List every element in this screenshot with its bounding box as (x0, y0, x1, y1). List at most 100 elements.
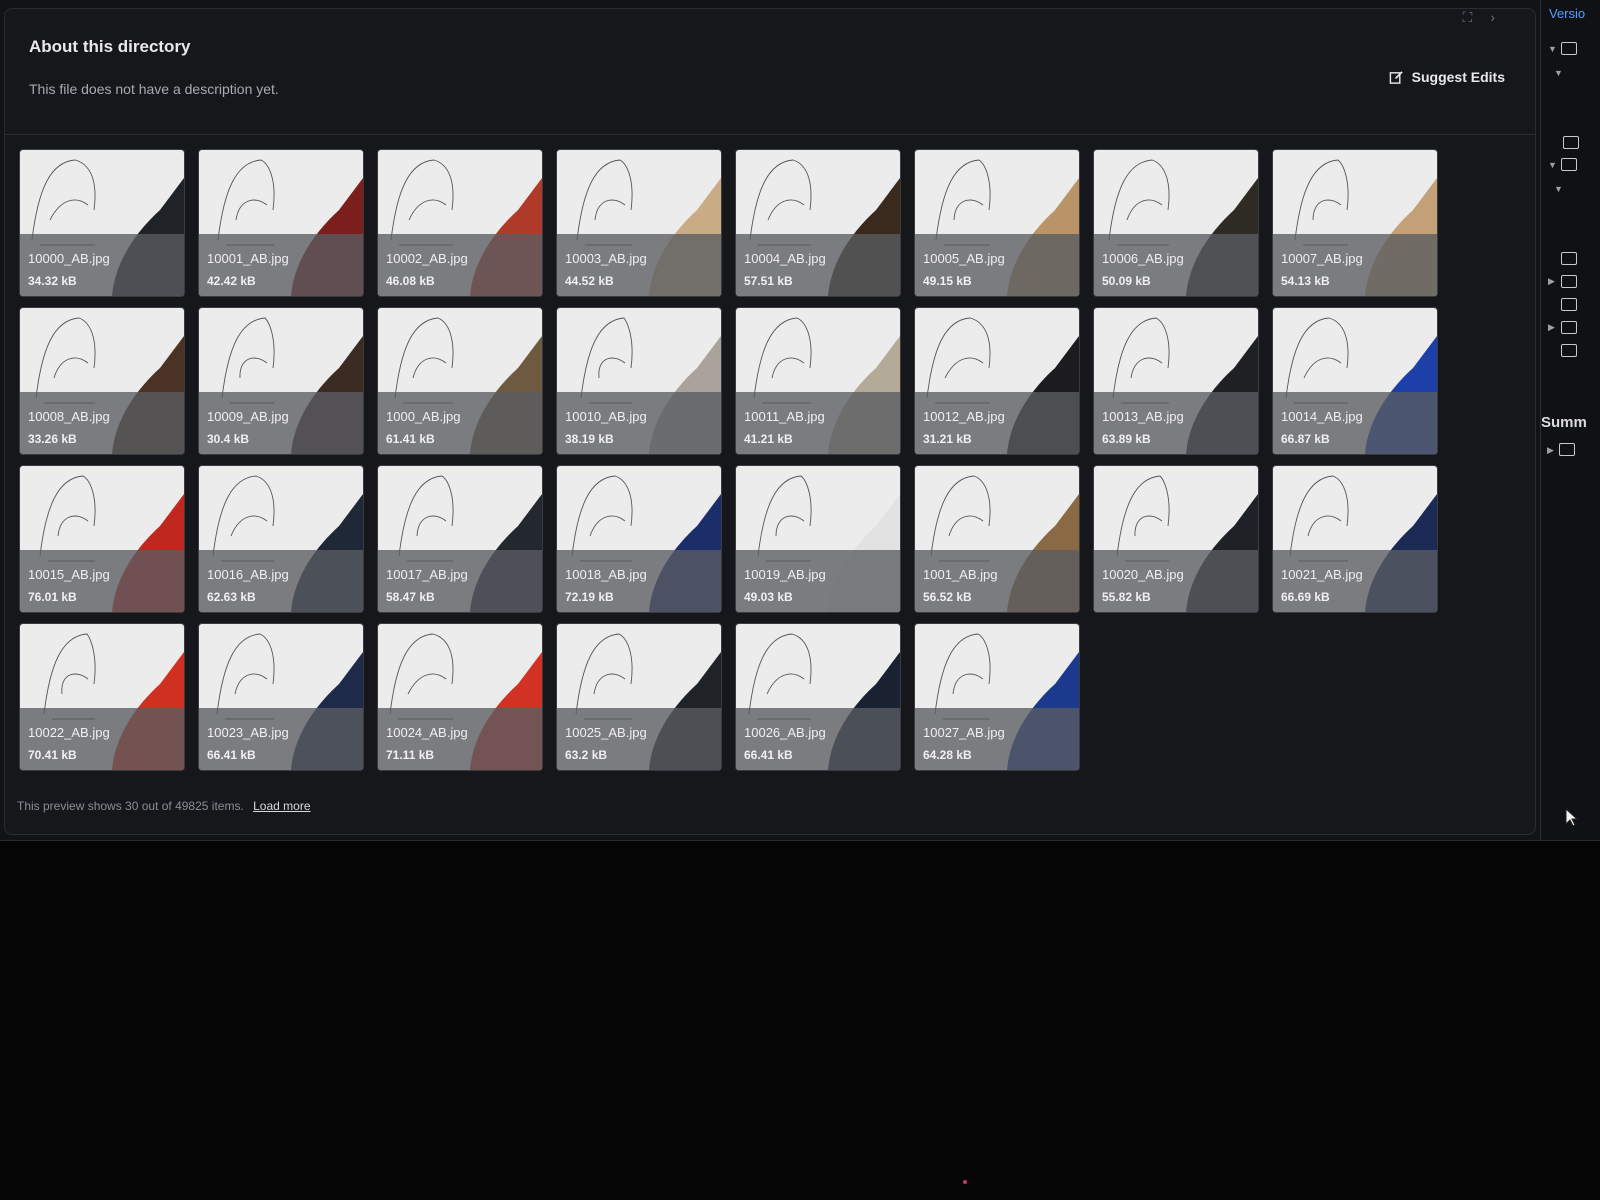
file-thumbnail-card[interactable]: 10023_AB.jpg 66.41 kB (198, 623, 364, 771)
file-name: 10006_AB.jpg (1102, 251, 1184, 266)
file-thumbnail-card[interactable]: 10027_AB.jpg 64.28 kB (914, 623, 1080, 771)
file-thumbnail-card[interactable]: 10014_AB.jpg 66.87 kB (1272, 307, 1438, 455)
folder-icon[interactable] (1561, 252, 1577, 265)
folder-icon[interactable] (1563, 136, 1579, 149)
file-thumbnail-card[interactable]: 10022_AB.jpg 70.41 kB (19, 623, 185, 771)
caret-right-icon[interactable]: ▶ (1548, 276, 1555, 287)
caret-down-icon[interactable]: ▼ (1548, 160, 1557, 170)
file-thumbnail-card[interactable]: 10018_AB.jpg 72.19 kB (556, 465, 722, 613)
file-size: 41.21 kB (744, 432, 793, 446)
file-thumbnail-card[interactable]: 10012_AB.jpg 31.21 kB (914, 307, 1080, 455)
caret-down-icon[interactable]: ▼ (1554, 184, 1563, 194)
file-thumbnail-card[interactable]: 10013_AB.jpg 63.89 kB (1093, 307, 1259, 455)
expand-icon[interactable]: ⛶ (1463, 9, 1473, 26)
file-thumbnail-card[interactable]: 10007_AB.jpg 54.13 kB (1272, 149, 1438, 297)
panel-top-controls: ⛶ › (1463, 9, 1495, 26)
folder-icon[interactable] (1561, 298, 1577, 311)
file-size: 62.63 kB (207, 590, 256, 604)
folder-icon[interactable] (1561, 42, 1577, 55)
file-thumbnail-card[interactable]: 10009_AB.jpg 30.4 kB (198, 307, 364, 455)
file-thumbnail-card[interactable]: 10001_AB.jpg 42.42 kB (198, 149, 364, 297)
edit-icon (1389, 70, 1403, 84)
file-thumbnail-card[interactable]: 10019_AB.jpg 49.03 kB (735, 465, 901, 613)
file-size: 33.26 kB (28, 432, 77, 446)
folder-icon[interactable] (1561, 321, 1577, 334)
file-name: 10008_AB.jpg (28, 409, 110, 424)
file-size: 34.32 kB (28, 274, 77, 288)
file-thumbnail-card[interactable]: 10002_AB.jpg 46.08 kB (377, 149, 543, 297)
file-name: 10025_AB.jpg (565, 725, 647, 740)
file-name: 10007_AB.jpg (1281, 251, 1363, 266)
file-thumbnail-card[interactable]: 10017_AB.jpg 58.47 kB (377, 465, 543, 613)
caret-right-icon[interactable]: ▶ (1548, 322, 1555, 333)
file-thumbnail-card[interactable]: 10026_AB.jpg 66.41 kB (735, 623, 901, 771)
file-thumbnail-card[interactable]: 10021_AB.jpg 66.69 kB (1272, 465, 1438, 613)
file-name: 10018_AB.jpg (565, 567, 647, 582)
file-size: 30.4 kB (207, 432, 250, 446)
file-thumbnail-card[interactable]: 10020_AB.jpg 55.82 kB (1093, 465, 1259, 613)
file-name: 10004_AB.jpg (744, 251, 826, 266)
suggest-edits-button[interactable]: Suggest Edits (1389, 69, 1505, 85)
file-size: 42.42 kB (207, 274, 256, 288)
chevron-right-icon[interactable]: › (1490, 9, 1495, 26)
screen: ⛶ › About this directory This file does … (0, 0, 1600, 841)
caret-right-icon[interactable]: ▶ (1547, 445, 1554, 456)
file-size: 54.13 kB (1281, 274, 1330, 288)
file-name: 1000_AB.jpg (386, 409, 461, 424)
file-thumbnail-card[interactable]: 10016_AB.jpg 62.63 kB (198, 465, 364, 613)
file-grid: 10000_AB.jpg 34.32 kB 10001_AB.jpg 42.42 kB… (19, 149, 1439, 771)
file-size: 72.19 kB (565, 590, 614, 604)
file-name: 10022_AB.jpg (28, 725, 110, 740)
file-size: 44.52 kB (565, 274, 614, 288)
file-size: 55.82 kB (1102, 590, 1151, 604)
file-name: 10020_AB.jpg (1102, 567, 1184, 582)
file-thumbnail-card[interactable]: 10010_AB.jpg 38.19 kB (556, 307, 722, 455)
file-thumbnail-card[interactable]: 10024_AB.jpg 71.11 kB (377, 623, 543, 771)
file-thumbnail-card[interactable]: 10006_AB.jpg 50.09 kB (1093, 149, 1259, 297)
file-size: 66.69 kB (1281, 590, 1330, 604)
file-size: 57.51 kB (744, 274, 793, 288)
file-name: 10003_AB.jpg (565, 251, 647, 266)
file-thumbnail-card[interactable]: 10015_AB.jpg 76.01 kB (19, 465, 185, 613)
file-thumbnail-card[interactable]: 1000_AB.jpg 61.41 kB (377, 307, 543, 455)
file-name: 10017_AB.jpg (386, 567, 468, 582)
file-thumbnail-card[interactable]: 10004_AB.jpg 57.51 kB (735, 149, 901, 297)
file-thumbnail-card[interactable]: 10005_AB.jpg 49.15 kB (914, 149, 1080, 297)
file-name: 10027_AB.jpg (923, 725, 1005, 740)
caret-down-icon[interactable]: ▼ (1554, 68, 1563, 78)
file-name: 10002_AB.jpg (386, 251, 468, 266)
file-size: 63.89 kB (1102, 432, 1151, 446)
file-name: 10024_AB.jpg (386, 725, 468, 740)
file-name: 10005_AB.jpg (923, 251, 1005, 266)
file-thumbnail-card[interactable]: 10003_AB.jpg 44.52 kB (556, 149, 722, 297)
file-name: 1001_AB.jpg (923, 567, 998, 582)
version-link[interactable]: Versio (1549, 6, 1585, 21)
caret-down-icon[interactable]: ▼ (1548, 44, 1557, 54)
file-thumbnail-card[interactable]: 10000_AB.jpg 34.32 kB (19, 149, 185, 297)
load-more-link[interactable]: Load more (253, 799, 310, 813)
file-name: 10010_AB.jpg (565, 409, 647, 424)
file-size: 71.11 kB (386, 748, 435, 762)
file-name: 10009_AB.jpg (207, 409, 289, 424)
file-thumbnail-card[interactable]: 10025_AB.jpg 63.2 kB (556, 623, 722, 771)
power-led (963, 1180, 967, 1184)
file-size: 58.47 kB (386, 590, 435, 604)
panel-header: ⛶ › About this directory This file does … (5, 9, 1535, 135)
file-thumbnail-card[interactable]: 10008_AB.jpg 33.26 kB (19, 307, 185, 455)
file-size: 66.41 kB (744, 748, 793, 762)
file-size: 70.41 kB (28, 748, 77, 762)
folder-icon[interactable] (1561, 158, 1577, 171)
file-size: 56.52 kB (923, 590, 972, 604)
file-name: 10015_AB.jpg (28, 567, 110, 582)
file-size: 46.08 kB (386, 274, 435, 288)
folder-icon[interactable] (1559, 443, 1575, 456)
file-name: 10021_AB.jpg (1281, 567, 1363, 582)
file-name: 10026_AB.jpg (744, 725, 826, 740)
file-size: 61.41 kB (386, 432, 435, 446)
file-name: 10014_AB.jpg (1281, 409, 1363, 424)
file-thumbnail-card[interactable]: 10011_AB.jpg 41.21 kB (735, 307, 901, 455)
folder-icon[interactable] (1561, 275, 1577, 288)
folder-icon[interactable] (1561, 344, 1577, 357)
file-thumbnail-card[interactable]: 1001_AB.jpg 56.52 kB (914, 465, 1080, 613)
file-size: 64.28 kB (923, 748, 972, 762)
